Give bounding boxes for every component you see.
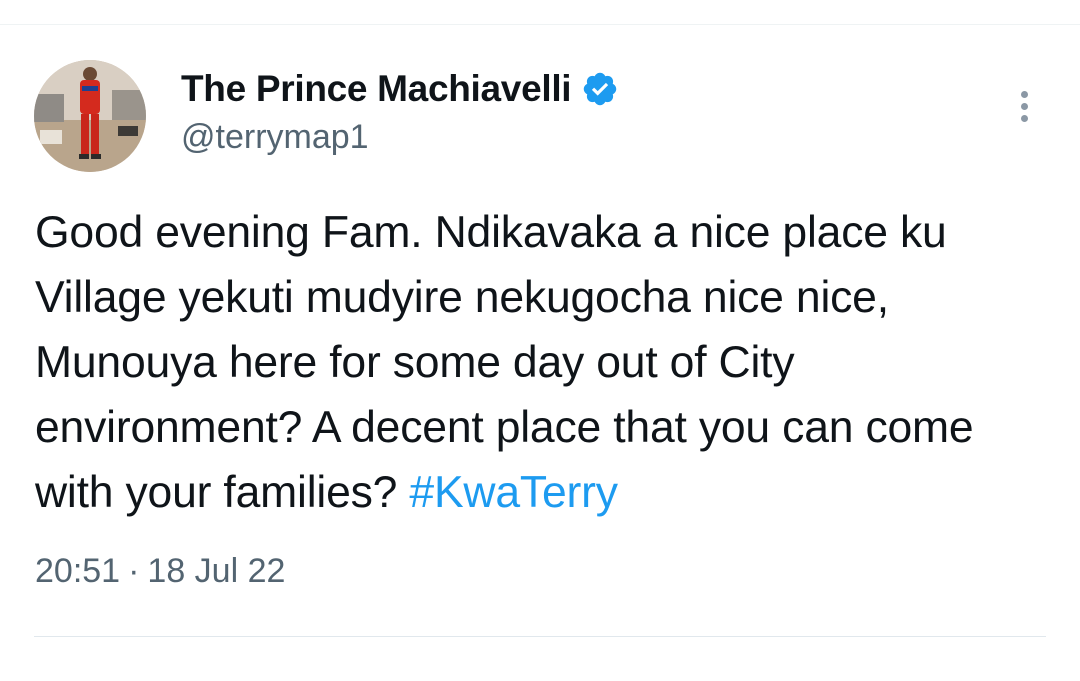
meta-separator: · bbox=[128, 552, 140, 590]
avatar-photo bbox=[34, 60, 146, 172]
more-vertical-icon-dot bbox=[1020, 102, 1028, 110]
avatar[interactable] bbox=[34, 60, 146, 172]
more-vertical-icon bbox=[1020, 90, 1028, 98]
display-name[interactable]: The Prince Machiavelli bbox=[181, 68, 572, 110]
tweet-text: Good evening Fam. Ndikavaka a nice place… bbox=[35, 200, 1045, 525]
tweet-header: The Prince Machiavelli @terrymap1 bbox=[181, 66, 619, 166]
more-options-button[interactable] bbox=[1006, 84, 1042, 128]
verified-badge-icon bbox=[581, 70, 619, 108]
hashtag-link[interactable]: #KwaTerry bbox=[409, 468, 618, 517]
tweet-time: 20:51 bbox=[35, 552, 121, 590]
tweet-date: 18 Jul 22 bbox=[147, 552, 286, 590]
author-handle[interactable]: @terrymap1 bbox=[181, 118, 619, 157]
bottom-divider bbox=[34, 636, 1046, 637]
name-row: The Prince Machiavelli bbox=[181, 66, 619, 112]
more-vertical-icon-dot bbox=[1020, 114, 1028, 122]
tweet-timestamp[interactable]: 20:51 · 18 Jul 22 bbox=[35, 552, 285, 591]
top-divider bbox=[0, 24, 1080, 25]
tweet-page: The Prince Machiavelli @terrymap1 Good e… bbox=[0, 0, 1080, 681]
